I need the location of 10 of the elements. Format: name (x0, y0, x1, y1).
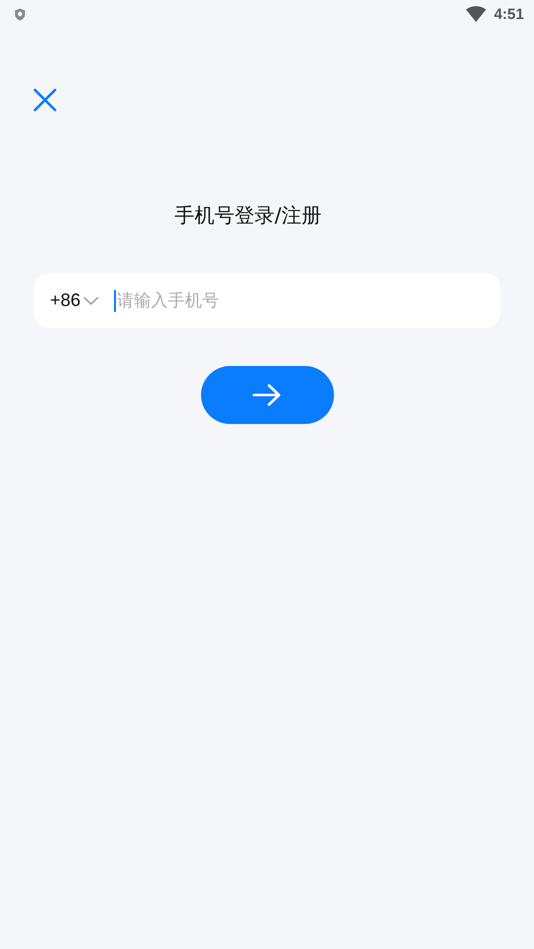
next-button[interactable] (200, 366, 334, 424)
clock-time: 4:51 (494, 6, 524, 22)
country-code-dropdown[interactable]: +86 (50, 290, 114, 311)
shield-icon (14, 8, 26, 20)
wifi-icon (466, 6, 486, 22)
page-title: 手机号登录/注册 (174, 202, 322, 229)
close-icon[interactable] (33, 88, 57, 112)
arrow-right-icon (252, 384, 282, 406)
phone-input-field[interactable]: +86 请输入手机号 (34, 273, 500, 328)
chevron-down-icon (82, 296, 99, 306)
